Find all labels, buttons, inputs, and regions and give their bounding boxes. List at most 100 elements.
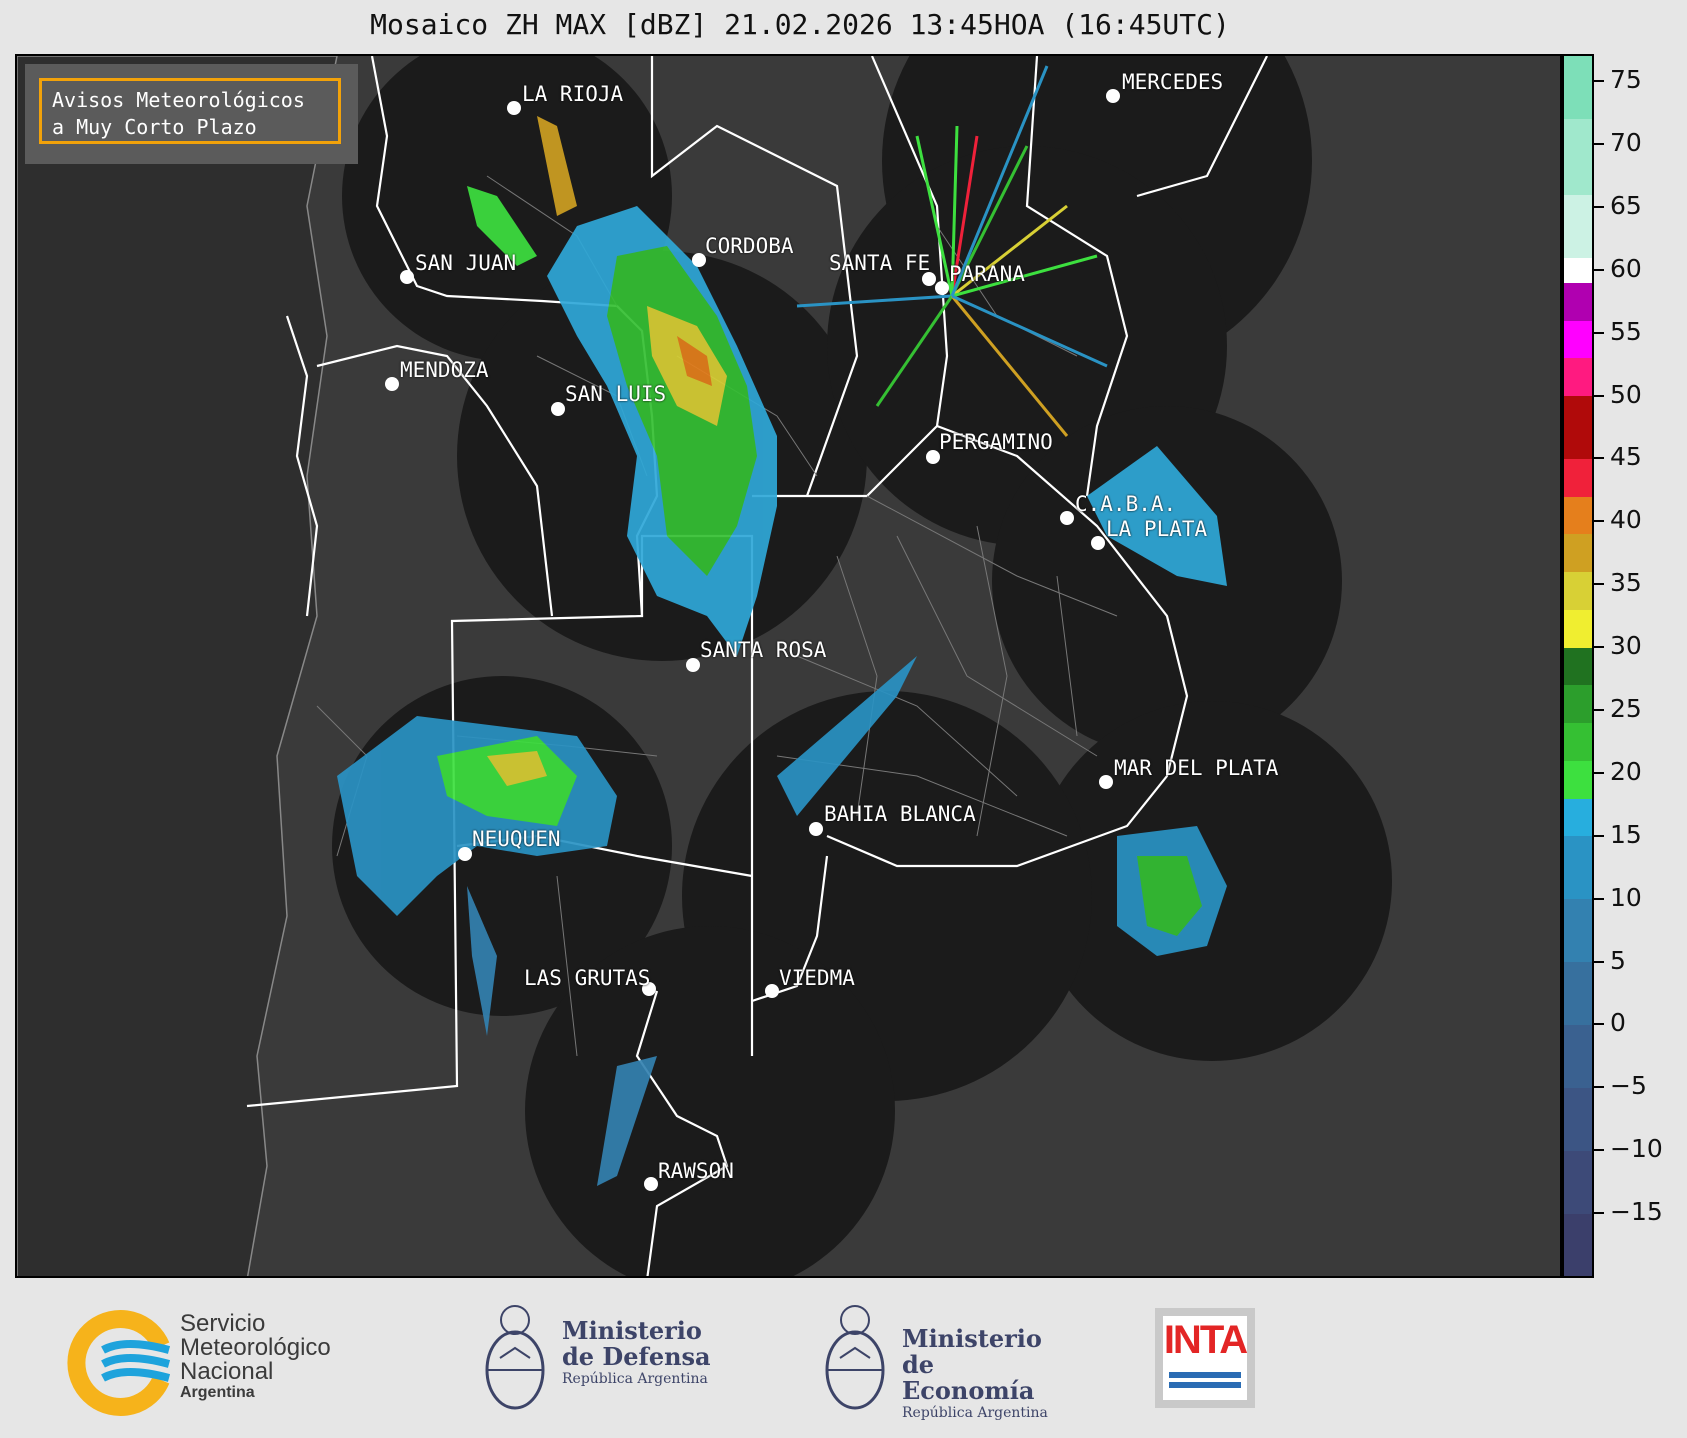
colorbar-segment (1564, 194, 1592, 258)
city-label-mercedes: MERCEDES (1122, 70, 1224, 94)
colorbar-tick (1594, 80, 1604, 83)
colorbar-tick (1594, 583, 1604, 586)
city-marker-pergamino[interactable] (926, 450, 940, 464)
colorbar-tick-label: −10 (1610, 1134, 1663, 1164)
city-label-la-plata: LA PLATA (1106, 517, 1208, 541)
colorbar-segment (1564, 609, 1592, 648)
colorbar-tick-label: 5 (1610, 945, 1626, 975)
city-marker-mercedes[interactable] (1106, 89, 1120, 103)
smn-emblem-icon (67, 1310, 171, 1416)
city-marker-la-plata[interactable] (1091, 536, 1105, 550)
colorbar-tick (1594, 143, 1604, 146)
colorbar-tick-label: 50 (1610, 379, 1642, 409)
city-label-rawson: RAWSON (658, 1159, 734, 1183)
city-marker-la-rioja[interactable] (507, 101, 521, 115)
colorbar-segment (1564, 257, 1592, 283)
city-label-caba: C.A.B.A. (1075, 492, 1177, 516)
city-label-santa-rosa: SANTA ROSA (700, 638, 827, 662)
city-marker-cordoba[interactable] (692, 253, 706, 267)
colorbar-segment (1564, 760, 1592, 799)
colorbar-tick-label: 10 (1610, 882, 1642, 912)
colorbar-segment (1564, 1087, 1592, 1151)
colorbar-segment (1564, 684, 1592, 724)
colorbar-tick (1594, 268, 1604, 271)
city-marker-caba[interactable] (1060, 511, 1074, 525)
map-title: Mosaico ZH MAX [dBZ] 21.02.2026 13:45HOA… (370, 8, 1230, 41)
city-marker-mar-del-plata[interactable] (1099, 775, 1113, 789)
colorbar-segment (1564, 647, 1592, 686)
colorbar-tick (1594, 205, 1604, 208)
colorbar-tick-label: 65 (1610, 190, 1642, 220)
colorbar-tick-label: 15 (1610, 819, 1642, 849)
defensa-line-3: República Argentina (562, 1371, 708, 1387)
colorbar-tick-label: 0 (1610, 1008, 1626, 1038)
city-marker-santa-rosa[interactable] (686, 658, 700, 672)
city-label-santa-fe: SANTA FE (829, 251, 931, 275)
city-label-san-juan: SAN JUAN (415, 251, 517, 275)
notice-box: Avisos Meteorológicos a Muy Corto Plazo (25, 64, 358, 164)
colorbar-segment (1564, 496, 1592, 535)
colorbar-segment (1564, 798, 1592, 837)
reflectivity-colorbar (1562, 54, 1594, 1278)
colorbar-segment (1564, 533, 1592, 573)
colorbar-tick (1594, 394, 1604, 397)
notice-line-2: a Muy Corto Plazo (52, 115, 257, 139)
colorbar-tick (1594, 520, 1604, 523)
economia-line-1: Ministerio (902, 1324, 1042, 1353)
city-label-cordoba: CORDOBA (705, 234, 794, 258)
colorbar-segment (1564, 56, 1592, 120)
colorbar-tick (1594, 457, 1604, 460)
colorbar-tick (1594, 960, 1604, 963)
colorbar-tick-label: 75 (1610, 65, 1642, 95)
city-label-bahia-blanca: BAHIA BLANCA (824, 802, 976, 826)
city-label-pergamino: PERGAMINO (939, 430, 1053, 454)
inta-stripe-1 (1169, 1372, 1241, 1378)
colorbar-segment (1564, 118, 1592, 195)
inta-label: INTA (1163, 1318, 1248, 1362)
city-marker-san-luis[interactable] (551, 402, 565, 416)
city-marker-bahia-blanca[interactable] (809, 822, 823, 836)
colorbar-tick-label: 55 (1610, 316, 1642, 346)
colorbar-segment (1564, 1024, 1592, 1088)
colorbar-tick-label: 60 (1610, 253, 1642, 283)
colorbar-segment (1564, 458, 1592, 497)
colorbar-segment (1564, 320, 1592, 359)
inta-badge: INTA (1163, 1316, 1248, 1400)
colorbar-tick-label: 35 (1610, 568, 1642, 598)
colorbar-tick-label: 70 (1610, 128, 1642, 158)
city-label-viedma: VIEDMA (779, 966, 855, 990)
colorbar-tick-label: 45 (1610, 442, 1642, 472)
coat-of-arms-icon (825, 1305, 885, 1410)
city-label-parana: PARANA (949, 262, 1025, 286)
colorbar-tick (1594, 897, 1604, 900)
defensa-line-2: de Defensa (562, 1342, 711, 1371)
notice-frame: Avisos Meteorológicos a Muy Corto Plazo (39, 78, 341, 144)
city-label-las-grutas: LAS GRUTAS (524, 966, 651, 990)
footer-logos: Servicio Meteorológico Nacional Argentin… (0, 1290, 1687, 1438)
colorbar-tick (1594, 1212, 1604, 1215)
colorbar-tick (1594, 834, 1604, 837)
colorbar-segment (1564, 1150, 1592, 1214)
city-marker-viedma[interactable] (765, 984, 779, 998)
colorbar-tick (1594, 1149, 1604, 1152)
city-marker-mendoza[interactable] (385, 377, 399, 391)
colorbar-segment (1564, 282, 1592, 321)
city-label-la-rioja: LA RIOJA (522, 82, 624, 106)
colorbar-tick-label: −15 (1610, 1197, 1663, 1227)
defensa-line-1: Ministerio (562, 1316, 702, 1345)
colorbar-tick-label: 30 (1610, 631, 1642, 661)
colorbar-tick (1594, 646, 1604, 649)
city-marker-san-juan[interactable] (400, 270, 414, 284)
radar-map[interactable]: Avisos Meteorológicos a Muy Corto Plazo … (15, 54, 1562, 1278)
colorbar-tick-label: 20 (1610, 756, 1642, 786)
colorbar-segment (1564, 835, 1592, 900)
city-marker-parana[interactable] (935, 281, 949, 295)
city-label-san-luis: SAN LUIS (565, 382, 667, 406)
city-marker-neuquen[interactable] (458, 847, 472, 861)
colorbar-tick (1594, 331, 1604, 334)
city-marker-rawson[interactable] (644, 1177, 658, 1191)
smn-line-2: Meteorológico (180, 1334, 331, 1361)
colorbar-segment (1564, 395, 1592, 459)
colorbar-segment (1564, 722, 1592, 761)
colorbar-tick (1594, 771, 1604, 774)
